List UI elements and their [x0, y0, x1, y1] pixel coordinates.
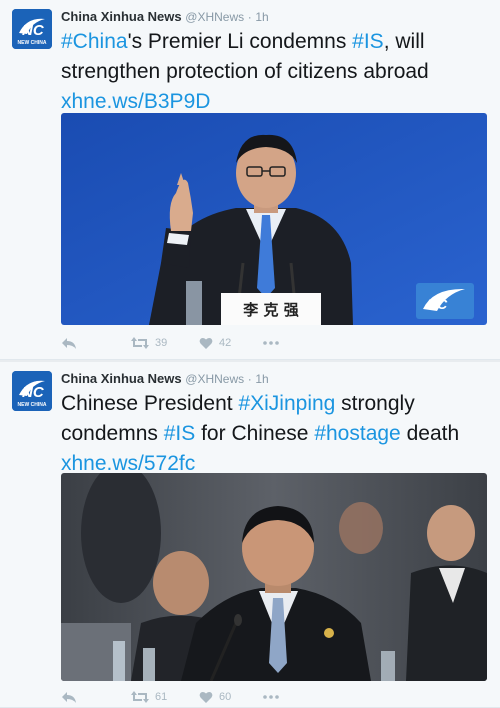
avatar[interactable]: NC NEW CHINA: [12, 371, 52, 411]
svg-text:NEW CHINA: NEW CHINA: [18, 40, 47, 46]
svg-text:NC: NC: [22, 384, 45, 401]
tweet-text-segment: Chinese President: [61, 392, 239, 415]
tweet-text: Chinese President #XiJinping strongly co…: [61, 389, 491, 479]
photo-president-xi: [61, 473, 487, 681]
hashtag-link[interactable]: #hostage: [314, 422, 400, 445]
like-count: 42: [219, 337, 232, 349]
hashtag-link[interactable]: #China: [61, 30, 128, 53]
more-button[interactable]: [263, 688, 279, 706]
photo-premier-li: 李 克 强 NC: [61, 113, 487, 325]
timestamp[interactable]: 1h: [255, 372, 268, 386]
more-dots-icon: [263, 695, 279, 699]
retweet-icon: [131, 691, 149, 703]
hashtag-link[interactable]: #IS: [352, 30, 384, 53]
retweet-button[interactable]: 39: [131, 334, 167, 352]
tweet-text-segment: 's Premier Li condemns: [127, 30, 353, 53]
author-name[interactable]: China Xinhua News: [61, 9, 182, 24]
tweet-photo[interactable]: [61, 473, 487, 681]
hashtag-link[interactable]: #XiJinping: [238, 392, 335, 415]
reply-button[interactable]: [61, 688, 77, 706]
author-name[interactable]: China Xinhua News: [61, 371, 182, 386]
author-handle[interactable]: @XHNews: [185, 372, 244, 386]
tweet-header: China Xinhua News @XHNews · 1h: [61, 9, 269, 24]
retweet-button[interactable]: 61: [131, 688, 167, 706]
svg-text:NC: NC: [22, 22, 45, 39]
tweet-photo[interactable]: 李 克 强 NC: [61, 113, 487, 325]
reply-button[interactable]: [61, 334, 77, 352]
tweet-card[interactable]: NC NEW CHINA China Xinhua News @XHNews ·…: [0, 362, 500, 708]
xinhua-logo-icon: NC NEW CHINA: [12, 371, 52, 411]
tweet-text-segment: for Chinese: [195, 422, 315, 445]
timestamp[interactable]: 1h: [255, 10, 268, 24]
more-dots-icon: [263, 341, 279, 345]
like-button[interactable]: 42: [199, 334, 231, 352]
hashtag-link[interactable]: #IS: [164, 422, 196, 445]
author-handle[interactable]: @XHNews: [185, 10, 244, 24]
tweet-actions: 61 60: [61, 688, 361, 706]
heart-icon: [199, 337, 213, 349]
like-button[interactable]: 60: [199, 688, 231, 706]
tweet-card[interactable]: NC NEW CHINA China Xinhua News @XHNews ·…: [0, 0, 500, 360]
nameplate-text: 李 克 强: [242, 301, 298, 319]
url-link[interactable]: xhne.ws/B3P9D: [61, 90, 210, 113]
reply-arrow-icon: [62, 338, 76, 349]
svg-text:NEW CHINA: NEW CHINA: [18, 402, 47, 408]
xinhua-logo-icon: NC NEW CHINA: [12, 9, 52, 49]
tweet-text: #China's Premier Li condemns #IS, will s…: [61, 27, 491, 117]
tweet-text-segment: death: [400, 422, 460, 445]
more-button[interactable]: [263, 334, 279, 352]
tweet-actions: 39 42: [61, 334, 361, 352]
svg-text:NC: NC: [427, 296, 448, 312]
separator-dot: ·: [247, 372, 252, 386]
retweet-count: 61: [155, 691, 168, 703]
retweet-count: 39: [155, 337, 168, 349]
avatar[interactable]: NC NEW CHINA: [12, 9, 52, 49]
retweet-icon: [131, 337, 149, 349]
tweet-header: China Xinhua News @XHNews · 1h: [61, 371, 269, 386]
separator-dot: ·: [247, 10, 252, 24]
xinhua-watermark-icon: NC: [416, 283, 474, 319]
like-count: 60: [219, 691, 232, 703]
heart-icon: [199, 691, 213, 703]
reply-arrow-icon: [62, 692, 76, 703]
tweet-feed: NC NEW CHINA China Xinhua News @XHNews ·…: [0, 0, 500, 708]
url-link[interactable]: xhne.ws/572fc: [61, 452, 195, 475]
